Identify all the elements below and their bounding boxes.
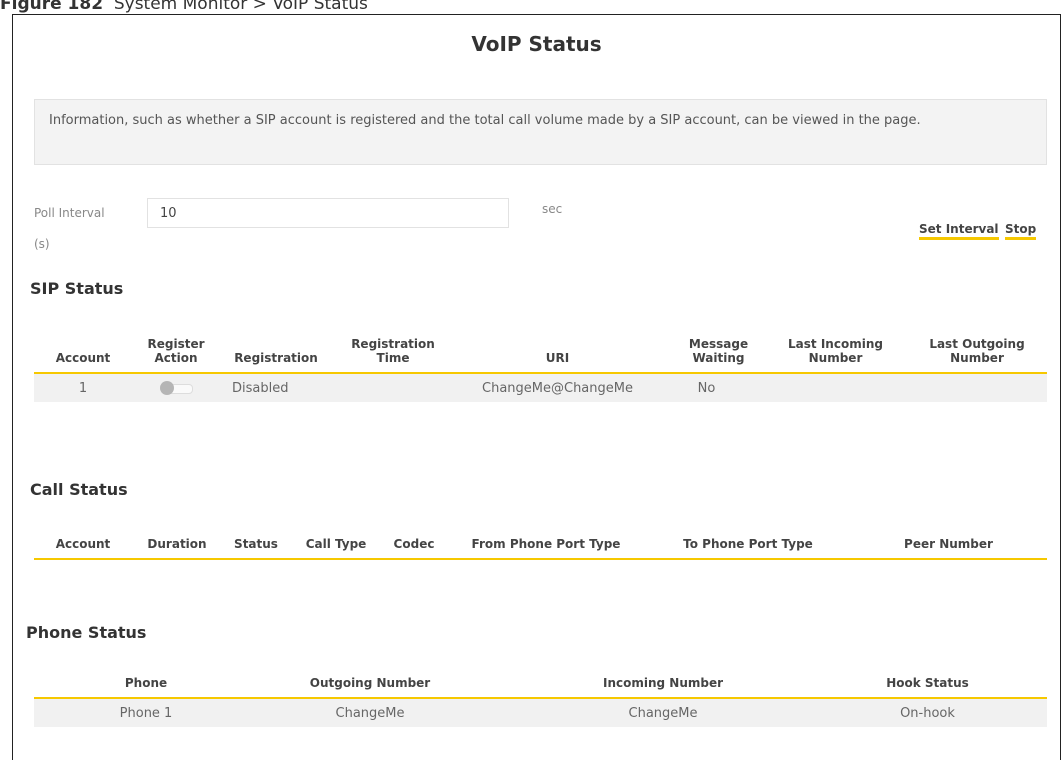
phone-status-header-row: Phone Outgoing Number Incoming Number Ho… bbox=[34, 668, 1047, 699]
page-frame: VoIP Status Information, such as whether… bbox=[12, 14, 1061, 760]
call-status-title: Call Status bbox=[30, 480, 128, 499]
phone-cell-hook: On-hook bbox=[808, 698, 1047, 727]
poll-interval-label-line1: Poll Interval bbox=[34, 206, 105, 220]
sip-status-table: Account Register Action Registration Reg… bbox=[34, 329, 1047, 402]
phone-cell-incoming: ChangeMe bbox=[518, 698, 808, 727]
call-header-status: Status bbox=[222, 529, 290, 560]
call-status-table: Account Duration Status Call Type Codec … bbox=[34, 529, 1047, 560]
sip-cell-registration-time bbox=[332, 373, 450, 402]
phone-cell-outgoing: ChangeMe bbox=[222, 698, 518, 727]
sip-header-registration: Registration bbox=[220, 329, 332, 374]
sip-status-header-row: Account Register Action Registration Reg… bbox=[34, 329, 1047, 374]
figure-label: Figure 182 bbox=[0, 0, 104, 14]
page-title: VoIP Status bbox=[471, 32, 602, 56]
call-header-to-port-type: To Phone Port Type bbox=[646, 529, 850, 560]
register-action-toggle[interactable] bbox=[159, 381, 193, 395]
phone-header-incoming: Incoming Number bbox=[518, 668, 808, 699]
call-header-from-port-type: From Phone Port Type bbox=[446, 529, 646, 560]
table-row: Phone 1 ChangeMe ChangeMe On-hook bbox=[34, 698, 1047, 727]
sip-cell-account: 1 bbox=[34, 373, 132, 402]
sip-cell-uri: ChangeMe@ChangeMe bbox=[450, 373, 665, 402]
stop-button[interactable]: Stop bbox=[1005, 222, 1037, 240]
call-header-call-type: Call Type bbox=[290, 529, 382, 560]
sip-header-uri: URI bbox=[450, 329, 665, 374]
sip-cell-message-waiting: No bbox=[665, 373, 762, 402]
sip-header-account: Account bbox=[34, 329, 132, 374]
phone-header-hook: Hook Status bbox=[808, 668, 1047, 699]
table-row: 1 Disabled ChangeMe@ChangeMe No bbox=[34, 373, 1047, 402]
phone-cell-phone: Phone 1 bbox=[34, 698, 222, 727]
info-banner: Information, such as whether a SIP accou… bbox=[34, 99, 1047, 165]
phone-header-outgoing: Outgoing Number bbox=[222, 668, 518, 699]
poll-interval-input[interactable] bbox=[147, 198, 509, 228]
sip-header-registration-time: Registration Time bbox=[332, 329, 450, 374]
set-interval-button[interactable]: Set Interval bbox=[919, 222, 999, 240]
poll-interval-label: Poll Interval (s) bbox=[34, 198, 105, 253]
poll-interval-unit: sec bbox=[542, 202, 563, 216]
phone-header-phone: Phone bbox=[34, 668, 222, 699]
sip-header-last-outgoing: Last Outgoing Number bbox=[905, 329, 1047, 374]
call-header-duration: Duration bbox=[132, 529, 222, 560]
figure-caption-text: System Monitor > VoIP Status bbox=[113, 0, 368, 14]
figure-caption: Figure 182 System Monitor > VoIP Status bbox=[0, 0, 368, 14]
call-header-account: Account bbox=[34, 529, 132, 560]
sip-status-title: SIP Status bbox=[30, 279, 124, 298]
phone-status-title: Phone Status bbox=[26, 623, 147, 642]
sip-cell-last-outgoing bbox=[905, 373, 1047, 402]
sip-cell-registration: Disabled bbox=[220, 373, 332, 402]
sip-header-register-action: Register Action bbox=[132, 329, 220, 374]
call-status-header-row: Account Duration Status Call Type Codec … bbox=[34, 529, 1047, 560]
sip-header-last-incoming: Last Incoming Number bbox=[762, 329, 905, 374]
sip-cell-last-incoming bbox=[762, 373, 905, 402]
call-header-codec: Codec bbox=[382, 529, 446, 560]
call-header-peer-number: Peer Number bbox=[850, 529, 1047, 560]
poll-interval-label-line2: (s) bbox=[34, 237, 50, 251]
sip-cell-register-action bbox=[132, 373, 220, 402]
phone-status-table: Phone Outgoing Number Incoming Number Ho… bbox=[34, 668, 1047, 727]
sip-header-message-waiting: Message Waiting bbox=[665, 329, 762, 374]
